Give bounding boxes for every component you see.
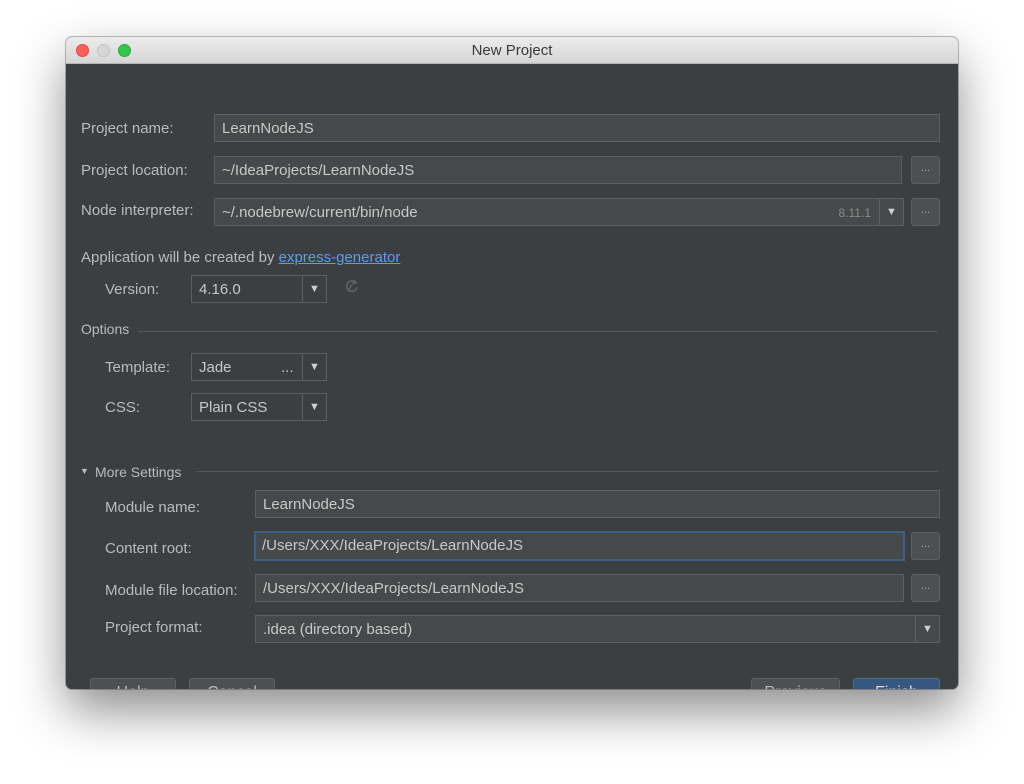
template-select[interactable]: Jade ... ▼ [191, 353, 327, 381]
generator-prefix: Application will be created by [81, 249, 279, 266]
chevron-down-icon[interactable]: ▼ [302, 394, 326, 420]
title-bar: New Project [66, 37, 958, 64]
options-section-label: Options [81, 321, 130, 337]
css-value: Plain CSS [199, 399, 268, 416]
project-name-input[interactable]: LearnNodeJS [214, 114, 940, 142]
help-button[interactable]: Help [90, 678, 176, 689]
version-label: Version: [105, 281, 160, 298]
css-select[interactable]: Plain CSS ▼ [191, 393, 327, 421]
module-name-label: Module name: [105, 499, 201, 516]
triangle-down-icon[interactable]: ▼ [80, 466, 89, 476]
node-interpreter-version: 8.11.1 [838, 206, 871, 220]
module-file-location-input[interactable]: /Users/XXX/IdeaProjects/LearnNodeJS [255, 574, 904, 602]
more-settings-toggle[interactable]: More Settings [95, 464, 181, 480]
node-interpreter-value: ~/.nodebrew/current/bin/node [222, 204, 418, 221]
chevron-down-icon[interactable]: ▼ [915, 616, 939, 642]
project-format-value: .idea (directory based) [263, 621, 413, 638]
content-root-browse-button[interactable]: ... [911, 532, 940, 560]
chevron-down-icon[interactable]: ▼ [302, 276, 326, 302]
project-name-label: Project name: [81, 120, 174, 137]
generator-text: Application will be created by express-g… [81, 249, 400, 266]
template-ellipsis: ... [281, 359, 294, 376]
node-interpreter-label: Node interpreter: [81, 202, 194, 219]
finish-button[interactable]: Finish [853, 678, 940, 689]
node-interpreter-select[interactable]: ~/.nodebrew/current/bin/node 8.11.1 ▼ [214, 198, 904, 226]
cancel-button[interactable]: Cancel [189, 678, 275, 689]
previous-button[interactable]: Previous [751, 678, 840, 689]
template-label: Template: [105, 359, 171, 376]
module-name-input[interactable]: LearnNodeJS [255, 490, 940, 518]
refresh-icon[interactable] [343, 277, 361, 295]
project-location-label: Project location: [81, 162, 188, 179]
project-format-select[interactable]: .idea (directory based) ▼ [255, 615, 940, 643]
new-project-dialog: New Project Project name: LearnNodeJS Pr… [66, 37, 958, 689]
express-generator-link[interactable]: express-generator [279, 249, 401, 266]
project-format-label: Project format: [105, 619, 203, 636]
node-interpreter-browse-button[interactable]: ... [911, 198, 940, 226]
dialog-content: Project name: LearnNodeJS Project locati… [66, 65, 958, 689]
project-location-browse-button[interactable]: ... [911, 156, 940, 184]
template-value: Jade [199, 359, 232, 376]
project-location-input[interactable]: ~/IdeaProjects/LearnNodeJS [214, 156, 902, 184]
module-file-location-label: Module file location: [105, 582, 238, 599]
content-root-label: Content root: [105, 540, 192, 557]
more-settings-divider [196, 471, 938, 472]
css-label: CSS: [105, 399, 141, 416]
options-divider [138, 331, 938, 332]
chevron-down-icon[interactable]: ▼ [302, 354, 326, 380]
window-title: New Project [471, 42, 553, 59]
version-value: 4.16.0 [199, 281, 241, 298]
content-root-input[interactable]: /Users/XXX/IdeaProjects/LearnNodeJS [254, 531, 905, 561]
chevron-down-icon[interactable]: ▼ [879, 199, 903, 225]
module-file-location-browse-button[interactable]: ... [911, 574, 940, 602]
version-select[interactable]: 4.16.0 ▼ [191, 275, 327, 303]
